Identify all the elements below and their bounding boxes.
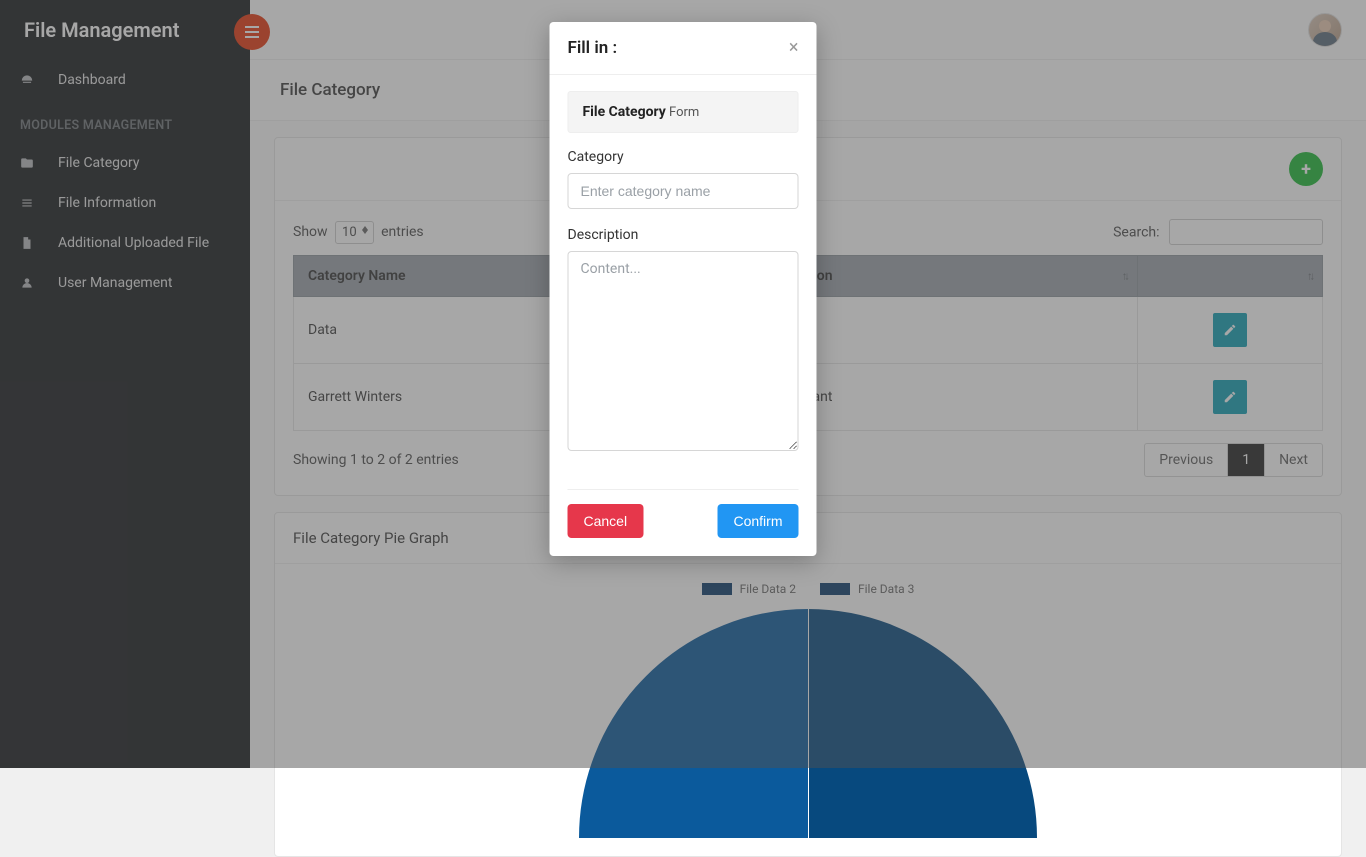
confirm-button[interactable]: Confirm [717, 504, 798, 538]
form-subheader: File Category Form [568, 91, 799, 133]
description-label: Description [568, 227, 799, 243]
modal-fill-in: Fill in : × File Category Form Category … [550, 22, 817, 556]
cancel-button[interactable]: Cancel [568, 504, 644, 538]
close-button[interactable]: × [789, 39, 799, 57]
description-textarea[interactable] [568, 251, 799, 451]
close-icon: × [789, 37, 799, 58]
form-title-sub: Form [669, 105, 699, 120]
modal-title: Fill in : [568, 38, 618, 58]
form-title-strong: File Category [583, 104, 666, 120]
category-label: Category [568, 149, 799, 165]
category-input[interactable] [568, 173, 799, 209]
